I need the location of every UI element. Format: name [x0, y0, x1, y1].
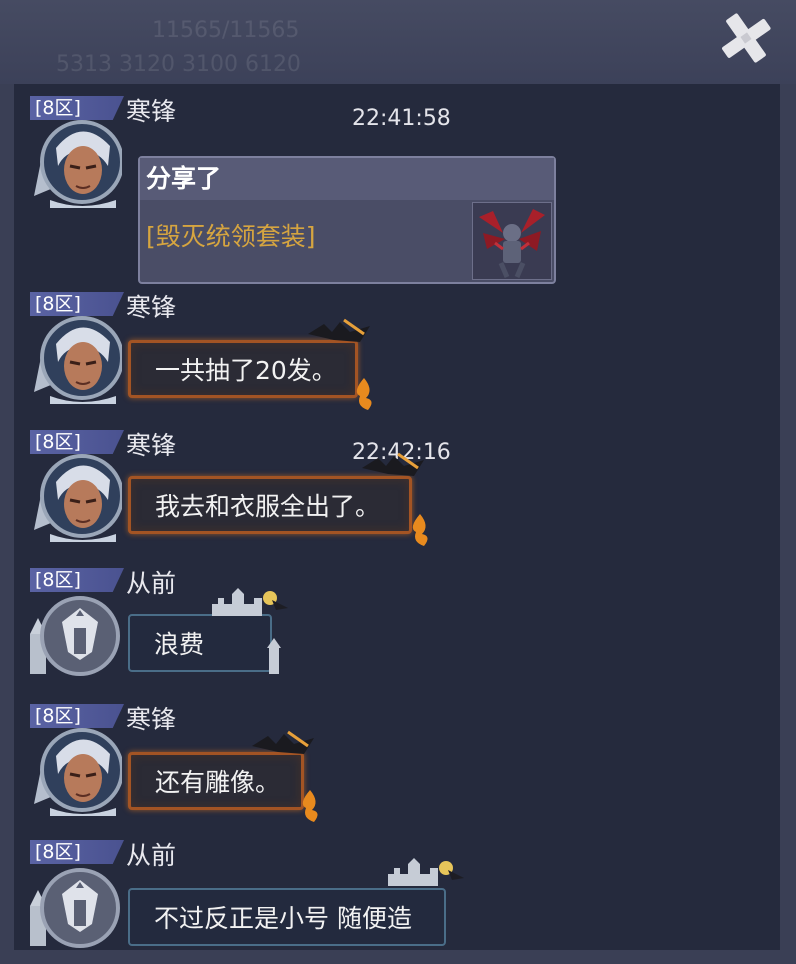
flame-decoration-icon: [412, 514, 428, 546]
bat-decoration-icon: [362, 452, 424, 476]
sender-name[interactable]: 寒锋: [126, 704, 176, 736]
share-title: 分享了: [140, 158, 554, 200]
shared-item-link[interactable]: [毁灭统领套装]: [146, 220, 316, 254]
chat-message: [8区] 寒锋 22:42:16 我去和衣服全出了。: [14, 430, 780, 550]
background-hp-text: 11565/11565: [152, 18, 300, 43]
flame-decoration-icon: [356, 378, 372, 410]
sender-name[interactable]: 寒锋: [126, 430, 176, 462]
message-bubble: 不过反正是小号 随便造: [128, 888, 446, 946]
bat-decoration-icon: [308, 318, 370, 342]
message-text: 一共抽了20发。: [155, 356, 337, 385]
sender-name[interactable]: 寒锋: [126, 96, 176, 128]
castle-decoration-icon: [388, 858, 464, 886]
item-thumbnail[interactable]: [472, 202, 552, 280]
avatar-congqian[interactable]: [28, 588, 122, 680]
message-text: 浪费: [154, 630, 205, 659]
message-bubble: 浪费: [128, 614, 272, 672]
top-header: 11565/11565 5313 3120 3100 6120: [0, 0, 796, 84]
timestamp: 22:41:58: [352, 106, 451, 131]
shared-item-card[interactable]: 分享了 [毁灭统领套装]: [138, 156, 556, 284]
sender-name[interactable]: 从前: [126, 840, 176, 872]
sender-name[interactable]: 寒锋: [126, 292, 176, 324]
message-text: 我去和衣服全出了。: [155, 492, 381, 521]
avatar-hanfeng[interactable]: [28, 312, 124, 404]
avatar-hanfeng[interactable]: [28, 450, 124, 542]
bat-decoration-icon: [252, 730, 314, 754]
avatar-hanfeng[interactable]: [28, 724, 124, 816]
tower-decoration-icon: [267, 638, 281, 674]
close-button[interactable]: [718, 10, 774, 66]
message-text: 不过反正是小号 随便造: [154, 904, 412, 933]
chat-message: [8区] 寒锋 还有雕像。: [14, 704, 780, 824]
chat-panel[interactable]: [8区] 寒锋 22:41:58 分享了 [毁灭统领套装] [8区] 寒锋 一共…: [14, 84, 780, 950]
avatar-congqian[interactable]: [28, 860, 122, 950]
background-stats-text: 5313 3120 3100 6120: [56, 52, 301, 77]
castle-decoration-icon: [212, 588, 288, 616]
message-text: 还有雕像。: [155, 768, 281, 797]
armor-set-icon: [479, 209, 545, 278]
chat-message: [8区] 寒锋 一共抽了20发。: [14, 292, 780, 412]
chat-message: [8区] 从前 浪费: [14, 568, 780, 688]
sender-name[interactable]: 从前: [126, 568, 176, 600]
chat-message: [8区] 寒锋 22:41:58 分享了 [毁灭统领套装]: [14, 96, 780, 286]
message-bubble: 还有雕像。: [128, 752, 304, 810]
avatar-hanfeng[interactable]: [28, 116, 124, 208]
flame-decoration-icon: [302, 790, 318, 822]
message-bubble: 我去和衣服全出了。: [128, 476, 412, 534]
close-icon: [722, 13, 771, 63]
message-bubble: 一共抽了20发。: [128, 340, 358, 398]
chat-message: [8区] 从前 不过反正是小号 随便造: [14, 840, 780, 950]
